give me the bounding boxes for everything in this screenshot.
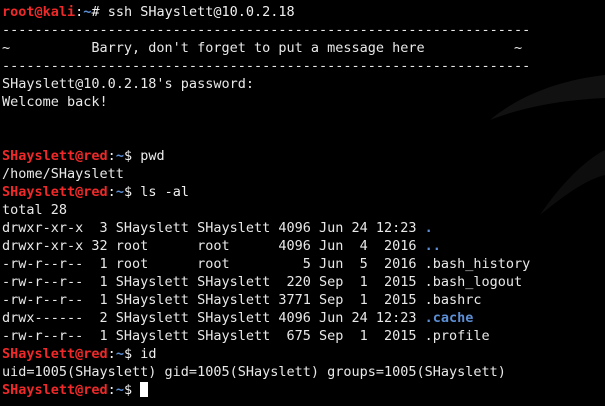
text-cursor[interactable]	[140, 382, 149, 397]
ls-entry-details: -rw-r--r-- 1 SHayslett SHayslett 3771 Se…	[2, 292, 425, 308]
password-prompt: SHayslett@10.0.2.18's password:	[2, 76, 254, 92]
prompt-user: SHayslett@red	[2, 148, 108, 164]
banner-rule-bottom: ----------------------------------------…	[2, 58, 531, 74]
banner-message: ~ Barry, don't forget to put a message h…	[2, 40, 523, 56]
prompt-command: id	[140, 346, 157, 362]
prompt-symbol: $	[123, 184, 141, 200]
terminal-window[interactable]: root@kali:~# ssh SHayslett@10.0.2.18 ---…	[0, 0, 605, 406]
local-prompt-line: root@kali:~# ssh SHayslett@10.0.2.18	[2, 3, 605, 21]
ls-entry: -rw-r--r-- 1 root root 5 Jun 5 2016 .bas…	[2, 255, 605, 273]
ls-entry-details: drwxr-xr-x 3 SHayslett SHayslett 4096 Ju…	[2, 220, 425, 236]
ls-entry-details: drwx------ 2 SHayslett SHayslett 4096 Ju…	[2, 310, 425, 326]
banner-rule-top: ----------------------------------------…	[2, 22, 531, 38]
ls-entry: drwx------ 2 SHayslett SHayslett 4096 Ju…	[2, 309, 605, 327]
prompt-user: SHayslett@red	[2, 382, 108, 398]
prompt-path: ~	[115, 382, 124, 398]
prompt-command: pwd	[140, 148, 165, 164]
prompt-path: ~	[115, 148, 124, 164]
ls-entry-name: .bashrc	[424, 292, 482, 308]
remote-prompt-line: SHayslett@red:~$ ls -al	[2, 183, 605, 201]
ls-total: total 28	[2, 202, 68, 218]
prompt-command: ls -al	[140, 184, 189, 200]
prompt-symbol: $	[123, 382, 141, 398]
terminal-output: root@kali:~# ssh SHayslett@10.0.2.18 ---…	[2, 3, 605, 399]
ls-entry-name: .bash_history	[424, 256, 531, 272]
ls-entry-name: .bash_logout	[424, 274, 523, 290]
prompt-user: SHayslett@red	[2, 346, 108, 362]
prompt-separator: :	[107, 148, 116, 164]
prompt-command: ssh SHayslett@10.0.2.18	[107, 4, 295, 20]
prompt-symbol: #	[91, 4, 108, 20]
ls-entry-name: .	[424, 220, 433, 236]
prompt-path: ~	[115, 346, 124, 362]
ls-entry-name: .profile	[424, 328, 490, 344]
remote-prompt-line: SHayslett@red:~$ id	[2, 345, 605, 363]
ls-entry-details: -rw-r--r-- 1 root root 5 Jun 5 2016	[2, 256, 425, 272]
ls-entry-details: drwxr-xr-x 32 root root 4096 Jun 4 2016	[2, 238, 425, 254]
ls-entry-name: ..	[424, 238, 441, 254]
ls-entry-name: .cache	[424, 310, 474, 326]
active-prompt-line[interactable]: SHayslett@red:~$	[2, 381, 605, 399]
ls-entry: -rw-r--r-- 1 SHayslett SHayslett 675 Sep…	[2, 327, 605, 345]
prompt-symbol: $	[123, 148, 141, 164]
ls-entry: drwxr-xr-x 3 SHayslett SHayslett 4096 Ju…	[2, 219, 605, 237]
remote-prompt-line: SHayslett@red:~$ pwd	[2, 147, 605, 165]
id-output: uid=1005(SHayslett) gid=1005(SHayslett) …	[2, 364, 506, 380]
prompt-symbol: $	[123, 346, 141, 362]
prompt-separator: :	[107, 346, 116, 362]
prompt-path: ~	[115, 184, 124, 200]
pwd-output: /home/SHayslett	[2, 166, 124, 182]
ls-entry: -rw-r--r-- 1 SHayslett SHayslett 220 Sep…	[2, 273, 605, 291]
ls-entry-details: -rw-r--r-- 1 SHayslett SHayslett 675 Sep…	[2, 328, 425, 344]
welcome-message: Welcome back!	[2, 94, 108, 110]
ls-entry-details: -rw-r--r-- 1 SHayslett SHayslett 220 Sep…	[2, 274, 425, 290]
prompt-separator: :	[107, 382, 116, 398]
prompt-user: root@kali	[2, 4, 76, 20]
prompt-user: SHayslett@red	[2, 184, 108, 200]
ls-entry: -rw-r--r-- 1 SHayslett SHayslett 3771 Se…	[2, 291, 605, 309]
ls-entry: drwxr-xr-x 32 root root 4096 Jun 4 2016 …	[2, 237, 605, 255]
prompt-separator: :	[107, 184, 116, 200]
